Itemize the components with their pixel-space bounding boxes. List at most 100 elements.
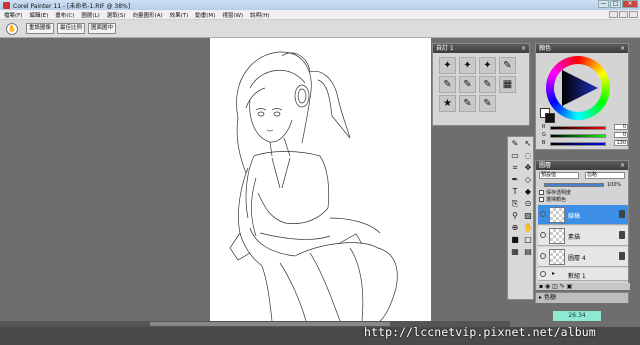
- doc-close-button[interactable]: [629, 11, 638, 18]
- composite-select[interactable]: 忽略: [585, 172, 625, 179]
- brush-library-icon[interactable]: ▦: [509, 246, 521, 257]
- text-icon[interactable]: T: [509, 186, 521, 197]
- minimize-button[interactable]: —: [598, 0, 609, 8]
- brush-tool-4[interactable]: ✎: [499, 57, 516, 74]
- layer-row[interactable]: 素描: [538, 226, 628, 246]
- layer-adjuster-icon[interactable]: ✥: [522, 162, 534, 173]
- colors-palette-header[interactable]: 顏色 ×: [536, 44, 628, 53]
- dropper-icon[interactable]: ⚲: [509, 210, 521, 221]
- menu-select[interactable]: 選取(S): [107, 11, 126, 19]
- media-icon[interactable]: ▤: [522, 246, 534, 257]
- preserve-transparency-checkbox[interactable]: [539, 190, 544, 195]
- center-image-button[interactable]: 圖面圖中: [88, 23, 117, 34]
- scrollbar-thumb[interactable]: [150, 322, 390, 326]
- lock-icon[interactable]: [619, 231, 625, 239]
- menu-canvas[interactable]: 畫布(C): [55, 11, 74, 19]
- layers-palette: 圖層 × 預設值 忽略 100% 保存透明度 選擇顏色 線稿 素描 圖層 4 ▸ …: [535, 160, 630, 290]
- close-icon[interactable]: ×: [620, 161, 625, 170]
- pointer-icon[interactable]: ↖: [522, 138, 534, 149]
- brush-tool-10[interactable]: ✎: [459, 95, 476, 112]
- brush-tool-8[interactable]: ▦: [499, 76, 516, 93]
- magnifier-icon[interactable]: ⊕: [509, 222, 521, 233]
- shape-icon[interactable]: ◇: [522, 174, 534, 185]
- maximize-button[interactable]: □: [610, 0, 621, 8]
- green-slider[interactable]: G 0: [542, 132, 628, 138]
- layer-row[interactable]: 線稿: [538, 205, 628, 225]
- hand-icon[interactable]: ✋: [6, 22, 18, 35]
- lock-icon[interactable]: [619, 210, 625, 218]
- menu-help[interactable]: 說明(H): [250, 11, 269, 19]
- grabber-icon[interactable]: ✋: [522, 222, 534, 233]
- foreground-color-swatch[interactable]: [545, 113, 555, 123]
- layer-thumbnail: [549, 249, 565, 265]
- menu-file[interactable]: 檔案(F): [4, 11, 22, 19]
- eye-icon[interactable]: [540, 253, 546, 259]
- blue-value[interactable]: 130: [614, 140, 628, 146]
- color-wheel[interactable]: [546, 56, 610, 120]
- brush-icon[interactable]: ✎: [509, 138, 521, 149]
- rectangle-select-icon[interactable]: ▭: [509, 150, 521, 161]
- menu-effects[interactable]: 效果(T): [170, 11, 189, 19]
- menu-window[interactable]: 視窗(W): [222, 11, 243, 19]
- red-slider[interactable]: R 0: [542, 124, 628, 130]
- eye-icon[interactable]: [540, 232, 546, 238]
- close-icon[interactable]: ×: [620, 44, 625, 53]
- watermark-url: http://lccnetvip.pixnet.net/album: [364, 325, 596, 339]
- blue-label: B: [542, 140, 546, 146]
- paint-bucket-icon[interactable]: ▨: [522, 210, 534, 221]
- blend-mode-select[interactable]: 預設值: [539, 172, 579, 179]
- color-triangle[interactable]: [554, 64, 602, 112]
- brush-tool-5[interactable]: ✎: [439, 76, 456, 93]
- brush-tool-1[interactable]: ✦: [439, 57, 456, 74]
- layer-thumbnail: [549, 207, 565, 223]
- green-value[interactable]: 0: [614, 132, 628, 138]
- brush-tool-9[interactable]: ★: [439, 95, 456, 112]
- eye-icon[interactable]: [540, 271, 546, 277]
- opacity-slider[interactable]: [544, 183, 604, 187]
- red-track[interactable]: [550, 126, 606, 130]
- pen-icon[interactable]: ✒: [509, 174, 521, 185]
- brush-tool-7[interactable]: ✎: [479, 76, 496, 93]
- layer-row[interactable]: 圖層 4: [538, 247, 628, 267]
- layer-group-row[interactable]: ▸ 數組 1: [538, 268, 628, 281]
- lasso-icon[interactable]: ◌: [522, 150, 534, 161]
- paper-icon[interactable]: □: [522, 234, 534, 245]
- lock-icon[interactable]: [619, 252, 625, 260]
- menu-shapes[interactable]: 向量圖形(A): [133, 11, 163, 19]
- expand-arrow-icon[interactable]: ▸: [552, 270, 555, 277]
- close-button[interactable]: ✕: [622, 0, 638, 8]
- drawing-canvas[interactable]: [210, 38, 431, 321]
- close-icon[interactable]: ×: [521, 44, 526, 53]
- eye-icon[interactable]: [540, 211, 546, 217]
- blue-slider[interactable]: B 130: [542, 140, 628, 146]
- brush-tool-3[interactable]: ✦: [479, 57, 496, 74]
- mixer-palette-header[interactable]: ▸ 色額: [536, 293, 628, 303]
- fill-icon[interactable]: ◆: [522, 186, 534, 197]
- layers-palette-header[interactable]: 圖層 ×: [536, 161, 628, 170]
- clone-icon[interactable]: ⎘: [509, 198, 521, 209]
- new-layer-icon[interactable]: ▪ ◉ ◫ ✎ ▣: [539, 283, 572, 290]
- crop-icon[interactable]: ⌗: [509, 162, 521, 173]
- green-track[interactable]: [550, 134, 606, 138]
- doc-restore-button[interactable]: [619, 11, 628, 18]
- rubber-stamp-icon[interactable]: ⊙: [522, 198, 534, 209]
- red-value[interactable]: 0: [614, 124, 628, 130]
- preserve-row: 保存透明度: [536, 189, 630, 196]
- doc-minimize-button[interactable]: [609, 11, 618, 18]
- red-label: R: [542, 124, 546, 130]
- reset-image-button[interactable]: 重設圖像: [26, 23, 55, 34]
- menu-layers[interactable]: 圖層(L): [81, 11, 99, 19]
- pick-color-checkbox[interactable]: [539, 197, 544, 202]
- blue-track[interactable]: [550, 142, 606, 146]
- opacity-value[interactable]: 100%: [607, 182, 621, 188]
- best-fit-button[interactable]: 最佳比例: [57, 23, 86, 34]
- painter-app: { "window": {"title": "Corel Painter 11 …: [0, 0, 640, 345]
- brush-tool-6[interactable]: ✎: [459, 76, 476, 93]
- menu-movie[interactable]: 動畫(M): [195, 11, 215, 19]
- brush-tool-2[interactable]: ✦: [459, 57, 476, 74]
- color-swatch-icon[interactable]: ■: [509, 234, 521, 245]
- menu-edit[interactable]: 編輯(E): [29, 11, 48, 19]
- expand-arrow-icon[interactable]: ▸: [539, 294, 542, 301]
- brush-tool-11[interactable]: ✎: [479, 95, 496, 112]
- custom-palette-header[interactable]: 自訂 1 ×: [433, 44, 529, 53]
